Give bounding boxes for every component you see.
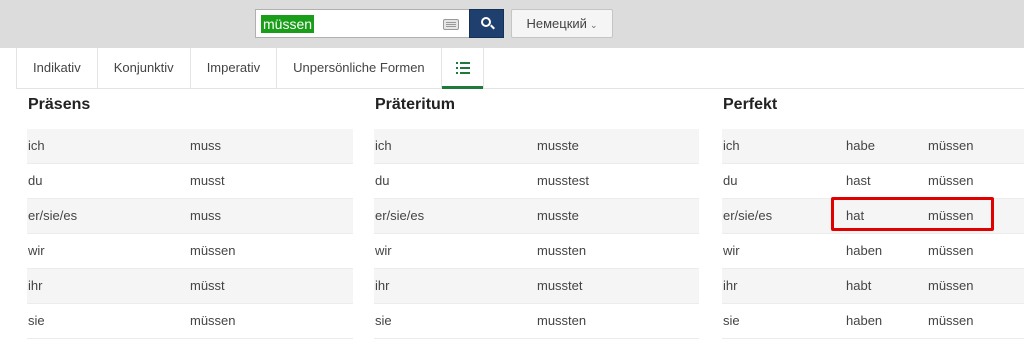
pronoun: du (375, 173, 390, 188)
verb-form: musstest (537, 173, 590, 188)
pronoun: ihr (375, 278, 390, 293)
pronoun: ich (375, 138, 392, 153)
pronoun: du (723, 173, 738, 188)
pronoun: wir (28, 243, 45, 258)
participle: müssen (928, 278, 974, 293)
chevron-down-icon: ⌄ (589, 20, 598, 30)
pronoun: er/sie/es (723, 208, 773, 223)
mood-tabs: Indikativ Konjunktiv Imperativ Unpersönl… (16, 48, 1024, 89)
pronoun: ich (28, 138, 45, 153)
praeteritum-column: Präteritum ich musste du musstest er/sie/e… (374, 96, 699, 339)
table-row: ich musste (374, 129, 699, 164)
verb-form: musste (537, 208, 579, 223)
pronoun: du (28, 173, 43, 188)
auxiliary-verb: habt (846, 278, 872, 293)
top-search-bar: müssen Немецкий ⌄ (0, 0, 1024, 48)
participle: müssen (928, 138, 974, 153)
pronoun: wir (375, 243, 392, 258)
pronoun: sie (723, 313, 740, 328)
verb-form: müssen (190, 313, 236, 328)
auxiliary-verb: haben (846, 313, 883, 328)
table-row: er/sie/es musste (374, 199, 699, 234)
tab-unpersoenliche-formen[interactable]: Unpersönliche Formen (277, 48, 442, 88)
verb-form: müssen (190, 243, 236, 258)
pronoun: ich (723, 138, 740, 153)
search-input[interactable]: müssen (255, 9, 469, 38)
participle: müssen (928, 313, 974, 328)
table-row: ihr habt müssen (722, 269, 1024, 304)
perfekt-column: Perfekt ich habe müssen du hast müssen er/si… (722, 96, 1024, 339)
table-row: ihr müsst (27, 269, 353, 304)
table-row: du musstest (374, 164, 699, 199)
pronoun: sie (375, 313, 392, 328)
pronoun: wir (723, 243, 740, 258)
praeteritum-title: Präteritum (375, 96, 456, 113)
table-row: sie müssen (27, 304, 353, 339)
table-row: wir mussten (374, 234, 699, 269)
list-icon (455, 62, 470, 74)
verb-form: musstet (537, 278, 583, 293)
praesens-column: Präsens ich muss du musst er/sie/es muss wi… (27, 96, 353, 339)
table-row: du musst (27, 164, 353, 199)
tab-imperativ[interactable]: Imperativ (191, 48, 278, 88)
table-row: ich muss (27, 129, 353, 164)
language-dropdown[interactable]: Немецкий ⌄ (511, 9, 613, 38)
verb-form: musste (537, 138, 579, 153)
praesens-title: Präsens (28, 96, 91, 113)
table-row: sie mussten (374, 304, 699, 339)
participle: müssen (928, 173, 974, 188)
pronoun: sie (28, 313, 45, 328)
verb-form: mussten (537, 243, 587, 258)
auxiliary-verb: habe (846, 138, 875, 153)
keyboard-icon[interactable] (443, 19, 459, 30)
language-label: Немецкий (526, 16, 587, 31)
pronoun: ihr (723, 278, 738, 293)
table-row: er/sie/es muss (27, 199, 353, 234)
table-row: ich habe müssen (722, 129, 1024, 164)
pronoun: er/sie/es (375, 208, 425, 223)
pronoun: ihr (28, 278, 43, 293)
pronoun: er/sie/es (28, 208, 78, 223)
verb-form: musst (190, 173, 225, 188)
highlight-annotation-box (831, 197, 994, 231)
verb-form: mussten (537, 313, 587, 328)
auxiliary-verb: hast (846, 173, 871, 188)
verb-form: müsst (190, 278, 225, 293)
auxiliary-verb: haben (846, 243, 883, 258)
verb-form: muss (190, 208, 222, 223)
table-row: wir müssen (27, 234, 353, 269)
table-row: du hast müssen (722, 164, 1024, 199)
search-button[interactable] (469, 9, 504, 38)
table-row: sie haben müssen (722, 304, 1024, 339)
tab-list-view[interactable] (441, 48, 484, 89)
tab-indikativ[interactable]: Indikativ (16, 48, 98, 88)
table-row: wir haben müssen (722, 234, 1024, 269)
search-icon-handle (490, 24, 495, 30)
search-input-value[interactable]: müssen (261, 15, 315, 33)
table-row: ihr musstet (374, 269, 699, 304)
perfekt-title: Perfekt (723, 96, 778, 113)
tab-konjunktiv[interactable]: Konjunktiv (98, 48, 191, 88)
verb-form: muss (190, 138, 222, 153)
participle: müssen (928, 243, 974, 258)
